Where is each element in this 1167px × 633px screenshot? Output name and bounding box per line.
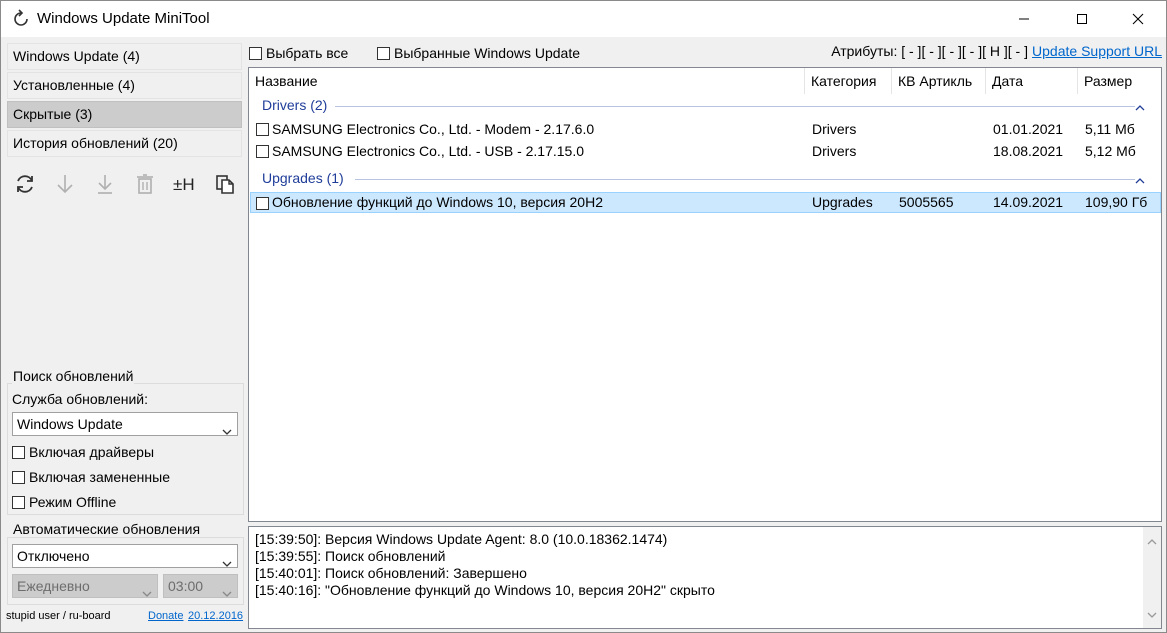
app-window: Windows Update MiniTool Windows Update (…	[0, 0, 1167, 633]
toolbar: ±H	[7, 171, 242, 197]
row-category: Drivers	[812, 143, 857, 159]
select-all-label: Выбрать все	[266, 45, 349, 61]
schedule-value: Ежедневно	[17, 578, 90, 594]
log-line: [15:40:01]: Поиск обновлений: Завершено	[255, 565, 527, 581]
chevron-down-icon	[222, 582, 232, 604]
select-all-checkbox[interactable]: Выбрать все	[249, 45, 348, 61]
column-size[interactable]: Размер	[1078, 68, 1161, 94]
credit-text: stupid user / ru-board	[6, 610, 111, 622]
group-title: Upgrades (1)	[262, 170, 344, 186]
row-checkbox[interactable]	[256, 123, 269, 136]
row-name: SAMSUNG Electronics Co., Ltd. - USB - 2.…	[272, 143, 585, 159]
include-superseded-checkbox[interactable]: Включая замененные	[12, 468, 170, 486]
row-kb: 5005565	[899, 194, 954, 210]
auto-mode-select[interactable]: Отключено	[12, 544, 238, 568]
nav-hidden[interactable]: Скрытые (3)	[7, 101, 242, 128]
table-row[interactable]: SAMSUNG Electronics Co., Ltd. - Modem - …	[251, 119, 1161, 140]
scroll-up-icon[interactable]	[1147, 533, 1157, 549]
schedule-select[interactable]: Ежедневно	[12, 574, 158, 598]
nav-history[interactable]: История обновлений (20)	[7, 130, 242, 157]
table-row-selected[interactable]: Обновление функций до Windows 10, версия…	[250, 192, 1161, 213]
top-bar: Выбрать все Выбранные Windows Update Атр…	[247, 37, 1166, 67]
column-name[interactable]: Название	[249, 68, 805, 94]
auto-mode-value: Отключено	[17, 548, 90, 564]
column-date[interactable]: Дата	[986, 68, 1078, 94]
chevron-down-icon	[222, 552, 232, 574]
title-bar[interactable]: Windows Update MiniTool	[1, 1, 1166, 37]
log-line: [15:40:16]: "Обновление функций до Windo…	[255, 582, 715, 598]
collapse-icon[interactable]	[1135, 172, 1145, 188]
row-size: 5,11 Мб	[1085, 121, 1135, 137]
maximize-button[interactable]	[1053, 1, 1111, 37]
support-url-link[interactable]: Update Support URL	[1032, 43, 1162, 59]
selected-wu-label: Выбранные Windows Update	[394, 45, 581, 61]
include-drivers-checkbox[interactable]: Включая драйверы	[12, 443, 154, 461]
hide-toggle-icon[interactable]: ±H	[170, 171, 200, 197]
checkbox-box[interactable]	[377, 46, 390, 60]
row-category: Upgrades	[812, 194, 873, 210]
chevron-down-icon	[222, 420, 232, 442]
checkbox-box[interactable]	[12, 495, 25, 509]
group-header-drivers[interactable]: Drivers (2)	[249, 95, 1161, 117]
attributes-text: Атрибуты: [ - ][ - ][ - ][ - ][ H ][ - ]	[831, 43, 1028, 59]
group-title: Drivers (2)	[262, 97, 328, 113]
log-scrollbar[interactable]	[1143, 527, 1161, 628]
column-category[interactable]: Категория	[805, 68, 892, 94]
nav-windows-update[interactable]: Windows Update (4)	[7, 43, 242, 70]
row-size: 109,90 Гб	[1085, 194, 1148, 210]
search-group-legend: Поиск обновлений	[12, 368, 135, 384]
checkbox-box[interactable]	[12, 470, 25, 484]
window-title: Windows Update MiniTool	[37, 10, 210, 27]
checkbox-box[interactable]	[249, 46, 262, 60]
row-checkbox[interactable]	[256, 197, 269, 210]
service-label: Служба обновлений:	[12, 391, 148, 407]
time-select[interactable]: 03:00	[163, 574, 238, 598]
update-list[interactable]: Название Категория КВ Артикль Дата Разме…	[248, 67, 1162, 522]
include-superseded-label: Включая замененные	[29, 469, 170, 485]
row-name: SAMSUNG Electronics Co., Ltd. - Modem - …	[272, 121, 595, 137]
row-name: Обновление функций до Windows 10, версия…	[272, 194, 603, 210]
row-date: 14.09.2021	[993, 194, 1064, 210]
row-size: 5,12 Мб	[1085, 143, 1136, 159]
group-header-upgrades[interactable]: Upgrades (1)	[249, 168, 1161, 190]
copy-icon[interactable]	[210, 171, 240, 197]
svg-text:±H: ±H	[173, 175, 195, 194]
donate-link[interactable]: Donate	[148, 610, 183, 622]
list-header: Название Категория КВ Артикль Дата Разме…	[249, 68, 1161, 94]
service-select[interactable]: Windows Update	[12, 412, 238, 436]
row-date: 18.08.2021	[993, 143, 1064, 159]
checkbox-box[interactable]	[12, 445, 25, 459]
download-icon[interactable]	[50, 171, 80, 197]
row-category: Drivers	[812, 121, 857, 137]
group-divider	[355, 179, 1135, 180]
scroll-down-icon[interactable]	[1147, 606, 1157, 622]
selected-wu-checkbox[interactable]: Выбранные Windows Update	[377, 45, 580, 61]
version-date-link[interactable]: 20.12.2016	[188, 610, 243, 622]
nav-installed[interactable]: Установленные (4)	[7, 72, 242, 99]
chevron-down-icon	[142, 582, 152, 604]
include-drivers-label: Включая драйверы	[29, 444, 155, 460]
app-refresh-icon	[11, 9, 31, 29]
close-button[interactable]	[1109, 1, 1167, 37]
log-line: [15:39:50]: Версия Windows Update Agent:…	[255, 531, 668, 547]
time-value: 03:00	[168, 578, 204, 594]
row-date: 01.01.2021	[993, 121, 1064, 137]
row-checkbox[interactable]	[256, 145, 269, 158]
left-panel: Windows Update (4) Установленные (4) Скр…	[1, 37, 247, 632]
log-line: [15:39:55]: Поиск обновлений	[255, 548, 446, 564]
group-divider	[335, 106, 1135, 107]
refresh-icon[interactable]	[10, 171, 40, 197]
install-icon[interactable]	[90, 171, 120, 197]
offline-mode-label: Режим Offline	[29, 494, 117, 510]
auto-group-legend: Автоматические обновления	[12, 521, 202, 537]
log-panel[interactable]: [15:39:50]: Версия Windows Update Agent:…	[248, 526, 1162, 629]
table-row[interactable]: SAMSUNG Electronics Co., Ltd. - USB - 2.…	[251, 141, 1161, 162]
column-kb[interactable]: КВ Артикль	[892, 68, 986, 94]
offline-mode-checkbox[interactable]: Режим Offline	[12, 493, 116, 511]
service-select-value: Windows Update	[17, 416, 123, 432]
minimize-button[interactable]	[995, 1, 1053, 37]
collapse-icon[interactable]	[1135, 99, 1145, 115]
delete-icon[interactable]	[130, 171, 160, 197]
